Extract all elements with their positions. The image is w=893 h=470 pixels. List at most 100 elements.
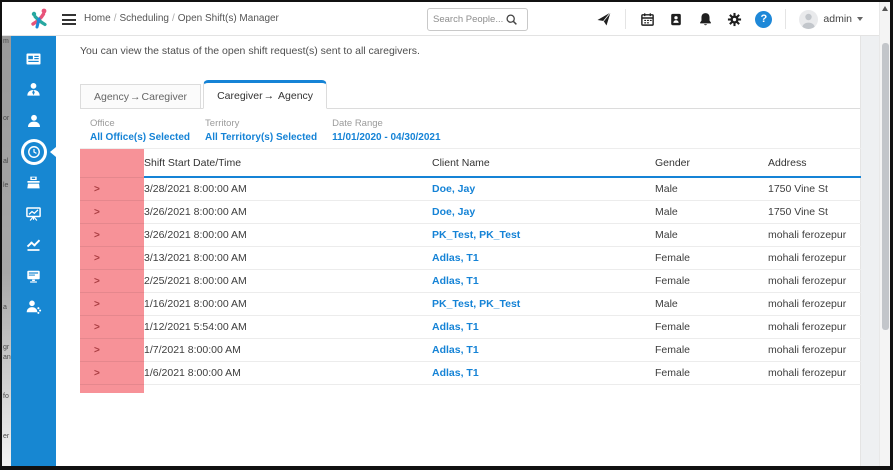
tab-label: Agency <box>94 91 129 103</box>
gender-cell: Female <box>655 362 768 385</box>
expand-row-chevron[interactable]: > <box>80 270 144 293</box>
expand-row-chevron[interactable]: > <box>80 362 144 385</box>
gender-cell: Male <box>655 224 768 247</box>
sidebar-item-dashboard[interactable] <box>11 43 56 74</box>
avatar-placeholder-icon <box>799 10 818 29</box>
address-cell: mohali ferozepur <box>768 293 861 316</box>
clock-icon <box>27 145 41 159</box>
search-box <box>427 8 528 31</box>
expand-row-chevron[interactable]: > <box>80 339 144 362</box>
logo-icon <box>26 6 53 33</box>
send-message-icon[interactable] <box>596 11 612 27</box>
highlight-column-stub <box>80 385 144 393</box>
expand-row-chevron[interactable]: > <box>80 293 144 316</box>
text-fragment: an <box>3 354 11 361</box>
address-cell: mohali ferozepur <box>768 362 861 385</box>
client-name-link[interactable]: Doe, Jay <box>432 178 655 201</box>
table-row: > 2/25/2021 8:00:00 AM Adlas, T1 Female … <box>80 270 861 293</box>
contacts-icon[interactable] <box>668 11 684 27</box>
filter-bar: Office All Office(s) Selected Territory … <box>90 118 441 143</box>
gender-cell: Male <box>655 178 768 201</box>
shift-start-cell: 3/26/2021 8:00:00 AM <box>144 224 432 247</box>
text-fragment: a <box>3 304 7 311</box>
settings-gear-icon[interactable] <box>726 11 742 27</box>
shift-start-cell: 1/12/2021 5:54:00 AM <box>144 316 432 339</box>
help-icon[interactable]: ? <box>755 11 772 28</box>
user-menu[interactable]: admin <box>799 10 863 29</box>
client-icon <box>26 113 42 129</box>
address-cell: mohali ferozepur <box>768 339 861 362</box>
expand-row-chevron[interactable]: > <box>80 201 144 224</box>
top-bar: Home/Scheduling/Open Shift(s) Manager <box>2 2 879 36</box>
address-cell: mohali ferozepur <box>768 270 861 293</box>
sidebar-item-monitor[interactable] <box>11 260 56 291</box>
expand-row-chevron[interactable]: > <box>80 178 144 201</box>
avatar <box>799 10 818 29</box>
shift-start-cell: 1/6/2021 8:00:00 AM <box>144 362 432 385</box>
gender-cell: Male <box>655 201 768 224</box>
app-window: Home/Scheduling/Open Shift(s) Manager <box>0 0 893 470</box>
date-range-filter-value[interactable]: 11/01/2020 - 04/30/2021 <box>332 132 440 143</box>
search-icon[interactable] <box>505 13 518 26</box>
dashboard-icon <box>25 51 42 67</box>
breadcrumb-scheduling[interactable]: Scheduling <box>119 13 168 24</box>
sidebar-nav <box>11 36 56 466</box>
breadcrumb: Home/Scheduling/Open Shift(s) Manager <box>84 2 279 36</box>
text-fragment: le <box>3 182 8 189</box>
header-actions: ? admin <box>596 2 863 36</box>
address-cell: mohali ferozepur <box>768 224 861 247</box>
shift-start-cell: 3/28/2021 8:00:00 AM <box>144 178 432 201</box>
shift-start-cell: 1/16/2021 8:00:00 AM <box>144 293 432 316</box>
monitor-icon <box>25 268 42 284</box>
tab-caregiver-to-agency[interactable]: Caregiver→ Agency <box>203 80 327 109</box>
breadcrumb-home[interactable]: Home <box>84 13 111 24</box>
sidebar-item-billing[interactable] <box>11 167 56 198</box>
client-name-link[interactable]: Doe, Jay <box>432 201 655 224</box>
client-name-link[interactable]: PK_Test, PK_Test <box>432 224 655 247</box>
filter-territory: Territory All Territory(s) Selected <box>205 118 317 143</box>
expand-row-chevron[interactable]: > <box>80 316 144 339</box>
expand-row-chevron[interactable]: > <box>80 247 144 270</box>
search-input[interactable] <box>433 14 505 25</box>
address-cell: mohali ferozepur <box>768 316 861 339</box>
territory-filter-value[interactable]: All Territory(s) Selected <box>205 132 317 143</box>
client-name-link[interactable]: Adlas, T1 <box>432 339 655 362</box>
divider <box>785 9 786 29</box>
column-header-gender: Gender <box>655 149 768 178</box>
client-name-link[interactable]: Adlas, T1 <box>432 270 655 293</box>
expand-row-chevron[interactable]: > <box>80 224 144 247</box>
client-name-link[interactable]: Adlas, T1 <box>432 247 655 270</box>
tab-agency-to-caregiver[interactable]: Agency→Caregiver <box>80 84 201 108</box>
text-fragment: fo <box>3 393 9 400</box>
vertical-scrollbar[interactable] <box>879 2 890 466</box>
sidebar-item-caregivers[interactable] <box>11 74 56 105</box>
scrollbar-thumb[interactable] <box>882 43 889 330</box>
gender-cell: Female <box>655 247 768 270</box>
gender-cell: Male <box>655 293 768 316</box>
calendar-icon[interactable] <box>639 11 655 27</box>
divider <box>625 9 626 29</box>
notifications-bell-icon[interactable] <box>697 11 713 27</box>
column-header-shift-start: Shift Start Date/Time <box>144 149 432 178</box>
filter-date-range: Date Range 11/01/2020 - 04/30/2021 <box>332 118 440 143</box>
menu-toggle-icon[interactable] <box>62 14 76 28</box>
filter-office: Office All Office(s) Selected <box>90 118 190 143</box>
sidebar-item-analytics[interactable] <box>11 229 56 260</box>
client-name-link[interactable]: PK_Test, PK_Test <box>432 293 655 316</box>
office-filter-value[interactable]: All Office(s) Selected <box>90 132 190 143</box>
sidebar-item-clients[interactable] <box>11 105 56 136</box>
sidebar-item-presentation[interactable] <box>11 198 56 229</box>
gender-cell: Female <box>655 270 768 293</box>
client-name-link[interactable]: Adlas, T1 <box>432 316 655 339</box>
filter-label: Territory <box>205 118 317 129</box>
shift-start-cell: 1/7/2021 8:00:00 AM <box>144 339 432 362</box>
client-name-link[interactable]: Adlas, T1 <box>432 362 655 385</box>
gender-cell: Female <box>655 316 768 339</box>
sidebar-item-users[interactable] <box>11 291 56 322</box>
expand-column-header <box>80 149 144 178</box>
active-item-ring <box>21 139 47 165</box>
sidebar-item-scheduling[interactable] <box>11 136 56 167</box>
app-logo <box>26 6 53 33</box>
scroll-up-arrow-icon[interactable] <box>882 6 888 11</box>
filter-label: Office <box>90 118 190 129</box>
